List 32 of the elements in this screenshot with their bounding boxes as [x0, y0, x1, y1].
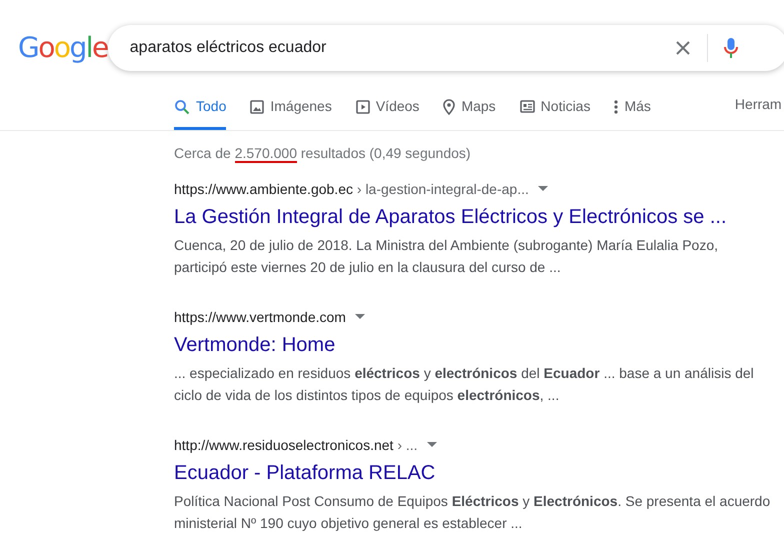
- result-snippet: Cuenca, 20 de julio de 2018. La Ministra del Ambiente (subrogante) María Eulalia Pozo, participó este viernes 20 de julio en la clausura del curso de ...: [174, 236, 719, 277]
- close-icon[interactable]: [676, 41, 690, 55]
- nav-tab[interactable]: Maps: [443, 92, 496, 130]
- newspaper-icon: [520, 100, 535, 113]
- nav-tab[interactable]: Vídeos: [356, 92, 420, 130]
- results-count-text: Cerca de 2.570.000 resultados (0,49 segundos): [174, 144, 472, 162]
- more-dots-icon: [614, 100, 618, 114]
- result-breadcrumb[interactable]: › la-gestion-integral-de-ap...: [353, 178, 529, 200]
- result-url[interactable]: https://www.vertmonde.com: [174, 306, 346, 328]
- microphone-icon[interactable]: [724, 37, 738, 59]
- map-pin-icon: [443, 98, 456, 114]
- search-field[interactable]: aparatos eléctricos ecuador: [108, 25, 784, 71]
- result-title-link[interactable]: Ecuador - Plataforma RELAC: [174, 459, 774, 487]
- result-url[interactable]: http://www.residuoselectronicos.net: [174, 434, 394, 456]
- caret-icon[interactable]: [538, 186, 548, 192]
- result-snippet: ... especializado en residuos eléctricos y electrónicos del Ecuador ... base a un análisis del ciclo de vida de los distintos tipos de equipos electrónicos, ...: [174, 364, 755, 405]
- nav-tab[interactable]: Más: [614, 92, 651, 130]
- tools-tab[interactable]: Herram: [734, 92, 782, 130]
- image-icon: [250, 100, 264, 114]
- caret-icon[interactable]: [354, 314, 365, 320]
- result-url[interactable]: https://www.ambiente.gob.ec: [174, 178, 353, 200]
- search-icon: [174, 98, 190, 114]
- result-title-link[interactable]: Vertmonde: Home: [174, 331, 774, 359]
- nav-tab[interactable]: Noticias: [520, 92, 590, 130]
- nav-tab[interactable]: Imágenes: [250, 92, 332, 130]
- result-title-link[interactable]: La Gestión Integral de Aparatos Eléctricos y Electrónicos se ...: [174, 203, 774, 231]
- caret-icon[interactable]: [426, 442, 437, 448]
- play-icon: [356, 100, 370, 114]
- google-logo[interactable]: Google: [18, 34, 108, 62]
- result-breadcrumb[interactable]: › ...: [393, 434, 418, 456]
- nav-tab[interactable]: Todo: [174, 92, 226, 130]
- result-snippet: Política Nacional Post Consumo de Equipos Eléctricos y Electrónicos. Se presenta el acuerdo ministerial Nº 190 cuyo objetivo general es establecer ...: [174, 492, 772, 533]
